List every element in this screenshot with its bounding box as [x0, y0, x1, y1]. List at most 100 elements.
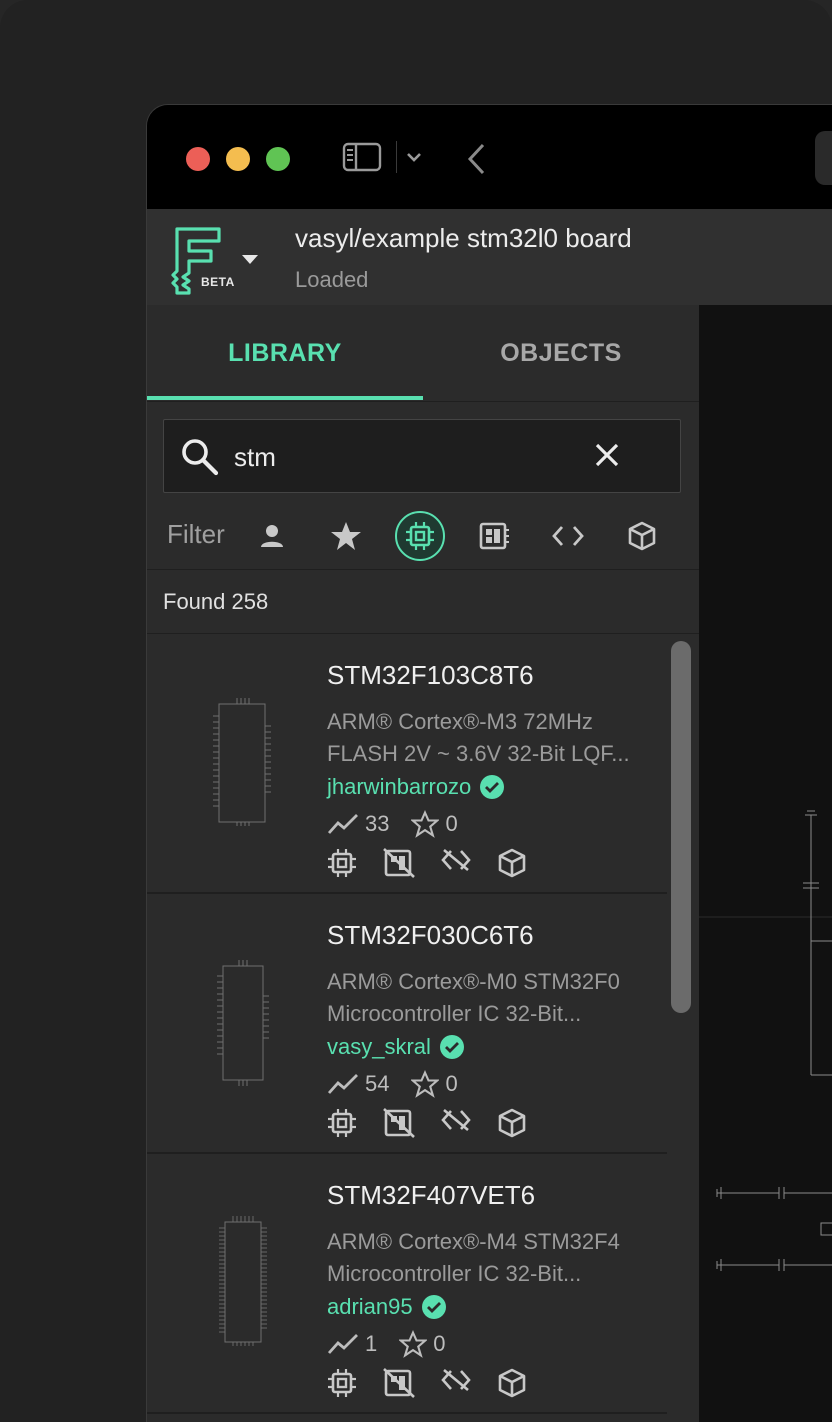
list-scrollbar-thumb[interactable] — [671, 641, 691, 1013]
minimize-window-button[interactable] — [226, 147, 250, 171]
no-code-icon — [441, 849, 471, 871]
document-title: vasyl/example stm32l0 board — [295, 223, 632, 253]
no-code-icon — [441, 1369, 471, 1391]
window-titlebar — [147, 105, 832, 209]
star-icon — [331, 522, 361, 550]
filter-person-button[interactable] — [247, 511, 297, 561]
symbol-icon — [328, 1109, 356, 1137]
part-symbol-thumbnail — [213, 956, 273, 1091]
close-icon[interactable] — [592, 440, 622, 475]
tab-library[interactable]: LIBRARY — [147, 305, 423, 401]
trend-icon — [327, 814, 358, 834]
panel-tabs: LIBRARY OBJECTS — [147, 305, 699, 402]
star-count: 0 — [433, 1331, 446, 1356]
code-icon — [552, 526, 584, 546]
chevron-down-icon[interactable] — [404, 147, 424, 172]
part-title: STM32F030C6T6 — [327, 920, 534, 950]
part-title: STM32F103C8T6 — [327, 660, 534, 690]
part-stats: 1 0 — [327, 1330, 468, 1358]
zoom-window-button[interactable] — [266, 147, 290, 171]
part-description-line: Microcontroller IC 32-Bit... — [327, 1001, 582, 1026]
part-stats: 33 0 — [327, 810, 480, 838]
star-count: 0 — [445, 811, 458, 836]
star-outline-icon — [399, 1330, 428, 1358]
results-count: Found 258 — [163, 589, 269, 614]
no-footprint-icon — [383, 1108, 415, 1138]
desktop-background: BETA vasyl/example stm32l0 board Loaded … — [0, 0, 832, 1422]
part-asset-icons — [327, 848, 527, 878]
search-icon — [180, 437, 220, 482]
trend-icon — [327, 1334, 358, 1354]
cube-icon — [498, 848, 526, 878]
part-card[interactable]: STM32F030C6T6 ARM® Cortex®-M0 STM32F0 Mi… — [147, 894, 667, 1154]
author-name[interactable]: adrian95 — [327, 1294, 413, 1320]
part-title: STM32F407VET6 — [327, 1180, 536, 1210]
cube-icon — [498, 1368, 526, 1398]
person-icon — [261, 525, 283, 547]
part-author[interactable]: vasy_skral — [327, 1034, 465, 1060]
flux-logo[interactable]: BETA — [171, 225, 237, 302]
caret-down-icon[interactable] — [241, 253, 259, 271]
no-footprint-icon — [383, 1368, 415, 1398]
beta-badge: BETA — [201, 275, 235, 289]
schematic-canvas[interactable] — [699, 305, 832, 1422]
filter-row: Filter — [147, 505, 699, 570]
board-icon — [479, 522, 509, 550]
trend-icon — [327, 1074, 358, 1094]
document-status: Loaded — [295, 267, 369, 292]
no-code-icon — [441, 1109, 471, 1131]
part-description: ARM® Cortex®-M0 STM32F0 Microcontroller … — [327, 966, 620, 1030]
part-symbol-thumbnail — [213, 696, 273, 831]
part-card[interactable]: STM32F103C8T6 ARM® Cortex®-M3 72MHz FLAS… — [147, 634, 667, 894]
part-card[interactable]: STM32F407VET6 ARM® Cortex®-M4 STM32F4 Mi… — [147, 1154, 667, 1414]
part-description-line: Microcontroller IC 32-Bit... — [327, 1261, 582, 1286]
part-description-line: FLASH 2V ~ 3.6V 32-Bit LQF... — [327, 741, 630, 766]
filter-board-button[interactable] — [469, 511, 519, 561]
part-asset-icons — [327, 1368, 527, 1398]
filter-code-button[interactable] — [543, 511, 593, 561]
author-name[interactable]: jharwinbarrozo — [327, 774, 471, 800]
part-description-line: ARM® Cortex®-M0 STM32F0 — [327, 969, 620, 994]
star-outline-icon — [411, 1070, 440, 1098]
part-description-line: ARM® Cortex®-M3 72MHz — [327, 709, 593, 734]
part-stats: 54 0 — [327, 1070, 480, 1098]
symbol-icon — [328, 849, 356, 877]
cube-icon — [628, 521, 656, 551]
sidebar-toggle-icon[interactable] — [342, 141, 382, 178]
verified-check-icon — [480, 775, 505, 799]
app-window: BETA vasyl/example stm32l0 board Loaded … — [146, 104, 832, 1422]
filter-cube-button[interactable] — [617, 511, 667, 561]
app-header: BETA vasyl/example stm32l0 board Loaded — [147, 209, 832, 306]
filter-star-button[interactable] — [321, 511, 371, 561]
part-author[interactable]: adrian95 — [327, 1294, 447, 1320]
search-box — [163, 419, 681, 494]
filter-label: Filter — [167, 519, 225, 549]
close-window-button[interactable] — [186, 147, 210, 171]
fork-count: 33 — [365, 811, 390, 836]
star-count: 0 — [445, 1071, 458, 1096]
part-description: ARM® Cortex®-M3 72MHz FLASH 2V ~ 3.6V 32… — [327, 706, 630, 770]
part-symbol-thumbnail — [213, 1216, 273, 1351]
cube-icon — [498, 1108, 526, 1138]
part-asset-icons — [327, 1108, 527, 1138]
verified-check-icon — [421, 1295, 446, 1319]
back-chevron-icon[interactable] — [465, 141, 489, 182]
chip-icon — [406, 522, 434, 550]
library-panel: LIBRARY OBJECTS Filter — [147, 305, 700, 1422]
star-outline-icon — [411, 810, 440, 838]
symbol-icon — [328, 1369, 356, 1397]
filter-chip-button[interactable] — [395, 511, 445, 561]
verified-check-icon — [439, 1035, 464, 1059]
fork-count: 1 — [365, 1331, 378, 1356]
fork-count: 54 — [365, 1071, 390, 1096]
search-input[interactable] — [232, 420, 586, 494]
part-author[interactable]: jharwinbarrozo — [327, 774, 505, 800]
active-tab-indicator — [147, 396, 423, 400]
author-name[interactable]: vasy_skral — [327, 1034, 431, 1060]
titlebar-divider — [396, 141, 397, 173]
part-description: ARM® Cortex®-M4 STM32F4 Microcontroller … — [327, 1226, 620, 1290]
no-footprint-icon — [383, 848, 415, 878]
tab-objects[interactable]: OBJECTS — [423, 305, 699, 401]
titlebar-control[interactable] — [815, 131, 832, 185]
part-description-line: ARM® Cortex®-M4 STM32F4 — [327, 1229, 620, 1254]
